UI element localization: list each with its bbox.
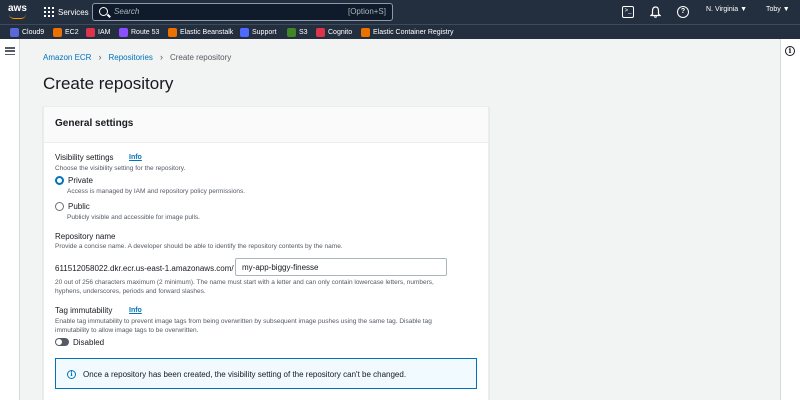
favorite-label: Cloud9 — [22, 29, 45, 36]
chevron-right-icon: › — [159, 52, 163, 62]
tag-immutability-desc: Enable tag immutability to prevent image… — [55, 318, 432, 325]
favorite-label: S3 — [299, 29, 308, 36]
breadcrumb-current: Create repository — [169, 52, 232, 62]
toggle-state-label: Disabled — [73, 338, 105, 347]
repository-name-constraint: 20 out of 256 characters maximum (2 mini… — [55, 279, 434, 286]
grid-icon — [44, 7, 54, 17]
account-menu[interactable]: Toby ▼ — [766, 6, 790, 13]
bell-icon[interactable] — [649, 6, 661, 18]
registry-uri-prefix: 611512058022.dkr.ecr.us-east-1.amazonaws… — [55, 264, 234, 273]
left-rail — [0, 39, 20, 400]
panel-header: General settings — [44, 107, 488, 143]
region-selector[interactable]: N. Virginia ▼ — [706, 6, 747, 13]
favorite-label: IAM — [98, 29, 111, 36]
search-placeholder: Search — [114, 7, 140, 16]
private-desc: Access is managed by IAM and repository … — [67, 188, 246, 195]
support-icon — [240, 28, 249, 37]
favorite-ecr[interactable]: Elastic Container Registry — [361, 27, 454, 38]
favorite-cognito[interactable]: Cognito — [316, 27, 352, 38]
visibility-info-link[interactable]: Info — [129, 154, 142, 161]
favorite-label: Route 53 — [131, 29, 160, 36]
repository-name-label: Repository name — [55, 232, 116, 241]
private-radio[interactable] — [55, 176, 64, 185]
breadcrumb-amazon-ecr[interactable]: Amazon ECR — [43, 53, 91, 62]
public-label[interactable]: Public — [68, 202, 90, 211]
favorite-label: Elastic Beanstalk — [180, 29, 234, 36]
favorite-label: Support — [252, 29, 277, 36]
private-label[interactable]: Private — [68, 176, 93, 185]
search-icon — [99, 7, 108, 16]
top-navigation: aws Services Search [Option+S] >_ ? N. V… — [0, 0, 800, 24]
right-rail: i — [780, 39, 800, 400]
search-shortcut: [Option+S] — [347, 7, 386, 16]
alert-text: Once a repository has been created, the … — [83, 370, 407, 379]
favorite-support[interactable]: Support — [240, 27, 277, 38]
ecr-icon — [361, 28, 370, 37]
repository-name-input[interactable] — [235, 258, 447, 276]
public-radio[interactable] — [55, 202, 64, 211]
ec2-icon — [53, 28, 62, 37]
favorite-route-53[interactable]: Route 53 — [119, 27, 159, 38]
logo-smile — [9, 14, 26, 19]
tag-immutability-label: Tag immutability — [55, 306, 113, 315]
public-desc: Publicly visible and accessible for imag… — [67, 214, 200, 221]
chevron-right-icon: › — [98, 52, 102, 62]
breadcrumb: Amazon ECR › Repositories › Create repos… — [43, 52, 231, 62]
services-label: Services — [58, 7, 89, 17]
iam-icon — [86, 28, 95, 37]
visibility-settings-desc: Choose the visibility setting for the re… — [55, 165, 186, 172]
favorite-iam[interactable]: IAM — [86, 27, 110, 38]
favorites-bar: Cloud9 EC2 IAM Route 53 Elastic Beanstal… — [0, 24, 800, 39]
favorite-label: EC2 — [65, 29, 79, 36]
tag-immutability-desc: immutability to allow image tags to be o… — [55, 327, 199, 334]
help-icon[interactable]: ? — [677, 6, 689, 18]
search-input[interactable]: Search [Option+S] — [92, 3, 393, 21]
tag-immutability-info-link[interactable]: Info — [129, 307, 142, 314]
visibility-settings-label: Visibility settings — [55, 153, 114, 162]
favorite-cloud9[interactable]: Cloud9 — [10, 27, 44, 38]
cloudshell-icon[interactable]: >_ — [622, 6, 634, 18]
breadcrumb-repositories[interactable]: Repositories — [108, 53, 152, 62]
aws-logo[interactable]: aws — [8, 3, 28, 21]
favorite-s3[interactable]: S3 — [287, 27, 308, 38]
general-settings-panel: General settings Visibility settings Inf… — [43, 106, 489, 400]
cloud9-icon — [10, 28, 19, 37]
services-menu-button[interactable]: Services — [44, 4, 89, 20]
panel-title: General settings — [55, 118, 134, 129]
menu-icon[interactable] — [5, 47, 15, 56]
favorite-elastic-beanstalk[interactable]: Elastic Beanstalk — [168, 27, 233, 38]
repository-name-desc: Provide a concise name. A developer shou… — [55, 243, 343, 250]
favorite-label: Cognito — [328, 29, 353, 36]
info-circle-icon: i — [67, 370, 76, 379]
visibility-info-alert: i Once a repository has been created, th… — [55, 358, 477, 389]
repository-name-constraint: hyphens, underscores, periods and forwar… — [55, 288, 206, 295]
tag-immutability-toggle[interactable] — [55, 338, 69, 346]
s3-icon — [287, 28, 296, 37]
cognito-icon — [316, 28, 325, 37]
route-53-icon — [119, 28, 128, 37]
favorite-ec2[interactable]: EC2 — [53, 27, 79, 38]
elastic-beanstalk-icon — [168, 28, 177, 37]
page-title: Create repository — [43, 74, 174, 93]
info-panel-icon[interactable]: i — [785, 46, 795, 56]
logo-text: aws — [8, 3, 27, 14]
favorite-label: Elastic Container Registry — [373, 29, 454, 36]
